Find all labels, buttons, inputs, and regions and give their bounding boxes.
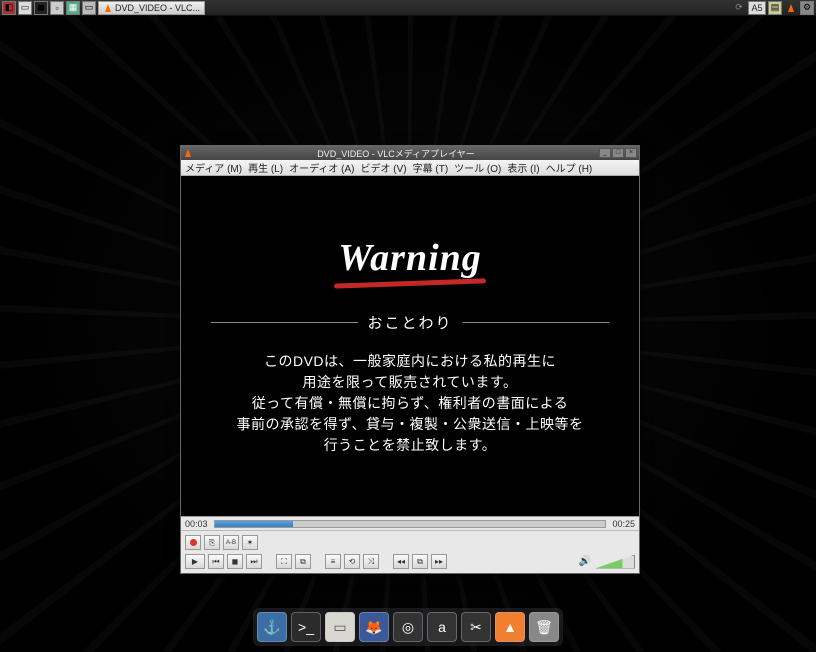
menu-subtitle[interactable]: 字幕 (T) <box>413 160 449 175</box>
menu-help[interactable]: ヘルプ (H) <box>546 160 593 175</box>
warning-heading: Warning <box>338 236 482 280</box>
tb-launcher-6[interactable]: ▭ <box>82 1 96 15</box>
time-current: 00:03 <box>185 519 208 529</box>
dock-files[interactable]: ▭ <box>325 612 355 642</box>
loop-button[interactable]: ⟲ <box>344 554 360 569</box>
divider-label: おことわり <box>368 312 453 333</box>
dock-firefox[interactable]: 🦊 <box>359 612 389 642</box>
fullscreen-button[interactable]: ⛶ <box>276 554 292 569</box>
dock: ⚓>_▭🦊◎a✂▲🗑 <box>253 608 563 646</box>
tb-launcher-2[interactable]: ▭ <box>18 1 32 15</box>
tb-launcher-5[interactable]: ▦ <box>66 1 80 15</box>
tray-settings-icon[interactable]: ⚙ <box>800 1 814 15</box>
record-button[interactable] <box>185 535 201 550</box>
frame-step-button[interactable]: ⧉ <box>412 554 428 569</box>
volume-slider[interactable] <box>595 555 635 569</box>
taskbar-app-vlc[interactable]: DVD_VIDEO - VLC... <box>98 1 205 15</box>
dock-vlc[interactable]: ▲ <box>495 612 525 642</box>
warning-body: このDVDは、一般家庭内における私的再生に 用途を限って販売されています。 従っ… <box>236 351 583 456</box>
playlist-button[interactable]: ≡ <box>325 554 341 569</box>
dock-terminal[interactable]: >_ <box>291 612 321 642</box>
snapshot-button[interactable]: ⎘ <box>204 535 220 550</box>
tb-launcher-4[interactable]: ▫ <box>50 1 64 15</box>
play-button[interactable]: ▶ <box>185 554 205 569</box>
dock-video-editor[interactable]: ✂ <box>461 612 491 642</box>
menubar: メディア (M) 再生 (L) オーディオ (A) ビデオ (V) 字幕 (T)… <box>181 160 639 176</box>
menu-audio[interactable]: オーディオ (A) <box>289 160 354 175</box>
ext-settings-button[interactable]: ⧉ <box>295 554 311 569</box>
skip-fwd-button[interactable]: ▸▸ <box>431 554 447 569</box>
vlc-cone-icon <box>183 148 193 158</box>
stop-button[interactable]: ◼ <box>227 554 243 569</box>
menu-video[interactable]: ビデオ (V) <box>361 160 407 175</box>
ab-loop-button[interactable]: A-B <box>223 535 239 550</box>
seek-fill <box>215 521 293 527</box>
menu-media[interactable]: メディア (M) <box>185 160 242 175</box>
vlc-window: DVD_VIDEO - VLCメディアプレイヤー _ □ × メディア (M) … <box>180 145 640 574</box>
tray-vlc-icon[interactable] <box>784 1 798 15</box>
speaker-icon[interactable]: 🔊 <box>579 556 591 567</box>
time-total: 00:25 <box>612 519 635 529</box>
seek-bar[interactable] <box>214 520 607 528</box>
dock-anchor[interactable]: ⚓ <box>257 612 287 642</box>
prev-button[interactable]: ⏮ <box>208 554 224 569</box>
controls: ⎘ A-B ✶ ▶ ⏮ ◼ ⏭ ⛶ ⧉ ≡ ⟲ ⤨ ◂◂ ⧉ ▸▸ 🔊 <box>181 530 639 573</box>
maximize-button[interactable]: □ <box>612 148 624 158</box>
taskbar-app-label: DVD_VIDEO - VLC... <box>115 3 200 13</box>
skip-back-button[interactable]: ◂◂ <box>393 554 409 569</box>
tray-ime[interactable]: A5 <box>748 1 766 15</box>
divider-row: おことわり <box>211 312 609 333</box>
titlebar[interactable]: DVD_VIDEO - VLCメディアプレイヤー _ □ × <box>181 146 639 160</box>
next-button[interactable]: ⏭ <box>246 554 262 569</box>
minimize-button[interactable]: _ <box>599 148 611 158</box>
tray-clipboard-icon[interactable]: ▤ <box>768 1 782 15</box>
dock-camera[interactable]: ◎ <box>393 612 423 642</box>
tb-launcher-1[interactable]: ◧ <box>2 1 16 15</box>
window-title: DVD_VIDEO - VLCメディアプレイヤー <box>193 147 599 160</box>
seek-row: 00:03 00:25 <box>181 516 639 530</box>
dock-trash[interactable]: 🗑 <box>529 612 559 642</box>
video-area[interactable]: Warning おことわり このDVDは、一般家庭内における私的再生に 用途を限… <box>181 176 639 516</box>
menu-view[interactable]: 表示 (I) <box>507 160 539 175</box>
dock-audio[interactable]: a <box>427 612 457 642</box>
taskbar: ◧ ▭ ◼ ▫ ▦ ▭ DVD_VIDEO - VLC... ⟳ A5 ▤ ⚙ <box>0 0 816 16</box>
tb-launcher-3[interactable]: ◼ <box>34 1 48 15</box>
effects-button[interactable]: ✶ <box>242 535 258 550</box>
tray-refresh-icon[interactable]: ⟳ <box>732 1 746 15</box>
close-button[interactable]: × <box>625 148 637 158</box>
menu-playback[interactable]: 再生 (L) <box>248 160 283 175</box>
shuffle-button[interactable]: ⤨ <box>363 554 379 569</box>
menu-tools[interactable]: ツール (O) <box>454 160 501 175</box>
